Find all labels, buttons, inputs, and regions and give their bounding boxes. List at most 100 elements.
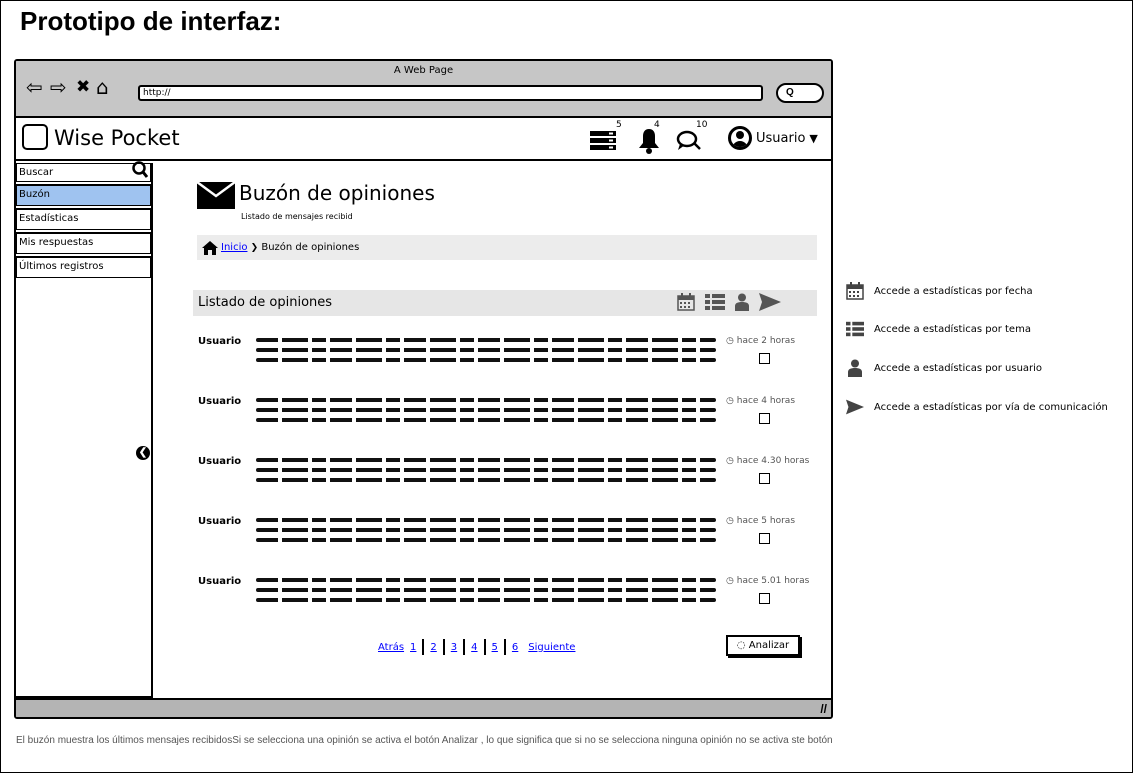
list-title: Listado de opiniones [198, 295, 333, 310]
breadcrumb: Inicio ❯ Buzón de opiniones [197, 235, 817, 260]
sidebar-item-ultimos-registros[interactable]: Últimos registros [16, 256, 151, 278]
send-icon [846, 398, 864, 416]
clock-icon: ◷ [726, 336, 734, 346]
app-header: Wise Pocket 5 4 10 Usuario ▼ [16, 118, 831, 161]
stop-icon[interactable]: ✖ [76, 77, 90, 97]
breadcrumb-separator-icon: ❯ [250, 243, 262, 253]
legend-text: Accede a estadísticas por vía de comunic… [874, 401, 1108, 413]
list-item[interactable]: Usuario ◷ hace 5 horas [198, 516, 818, 571]
app-name: Wise Pocket [54, 126, 180, 150]
message-user: Usuario [198, 396, 242, 407]
message-checkbox[interactable] [759, 593, 770, 604]
spinner-icon: ◌ [736, 640, 746, 651]
message-checkbox[interactable] [759, 533, 770, 544]
message-text-placeholder [256, 578, 716, 608]
breadcrumb-current: Buzón de opiniones [261, 242, 360, 253]
legend-text: Accede a estadísticas por fecha [874, 285, 1033, 297]
legend-item-user: Accede a estadísticas por usuario [846, 359, 1042, 377]
sidebar-item-mis-respuestas[interactable]: Mis respuestas [16, 232, 151, 254]
message-time: ◷ hace 4 horas [726, 396, 812, 406]
pagination-page-6[interactable]: 6 [512, 642, 518, 653]
message-user: Usuario [198, 456, 242, 467]
list-icon [846, 321, 864, 337]
pagination-prev-link[interactable]: Atrás [378, 642, 404, 653]
analyze-button-label: Analizar [748, 640, 790, 651]
url-input[interactable]: http:// [138, 85, 763, 101]
message-time: ◷ hace 5.01 horas [726, 576, 812, 586]
sidebar-search[interactable]: Buscar [16, 161, 151, 182]
message-text-placeholder [256, 398, 716, 428]
back-icon[interactable]: ⇦ [26, 77, 43, 97]
pagination-separator [422, 639, 425, 655]
list-item[interactable]: Usuario ◷ hace 5.01 horas [198, 576, 818, 631]
browser-title: A Web Page [393, 65, 454, 76]
notifications-badge: 4 [654, 120, 660, 130]
clock-icon: ◷ [726, 456, 734, 466]
pagination: Atrás 1 2 3 4 5 6 Siguiente [378, 639, 575, 655]
user-label: Usuario [756, 130, 806, 146]
bell-icon[interactable] [638, 128, 660, 159]
messages-badge: 10 [696, 120, 708, 130]
pagination-page-1[interactable]: 1 [410, 642, 416, 653]
message-user: Usuario [198, 516, 242, 527]
message-time: ◷ hace 5 horas [726, 516, 812, 526]
legend-item-channel: Accede a estadísticas por vía de comunic… [846, 398, 1108, 416]
home-icon[interactable] [202, 235, 218, 264]
search-input[interactable]: Buscar [19, 167, 53, 178]
analyze-button[interactable]: ◌ Analizar [726, 635, 800, 656]
page-heading: Buzón de opiniones [239, 181, 435, 205]
list-header: Listado de opiniones [193, 290, 817, 316]
page-subheading: Listado de mensajes recibid [241, 212, 353, 221]
pagination-page-4[interactable]: 4 [471, 642, 477, 653]
chat-icon[interactable] [676, 130, 702, 157]
send-icon[interactable] [759, 293, 781, 321]
home-outline-icon[interactable]: ⌂ [96, 77, 109, 97]
browser-chrome: A Web Page ⇦ ⇨ ✖ ⌂ http:// Q [16, 61, 831, 118]
list-item[interactable]: Usuario ◷ hace 4.30 horas [198, 456, 818, 511]
forward-icon[interactable]: ⇨ [50, 77, 67, 97]
message-time-label: hace 2 horas [736, 336, 796, 346]
sidebar-item-buzon[interactable]: Buzón [16, 184, 151, 206]
collapse-sidebar-icon[interactable]: ❮ [136, 446, 150, 460]
message-checkbox[interactable] [759, 353, 770, 364]
search-icon[interactable] [132, 161, 149, 182]
list-item[interactable]: Usuario ◷ hace 2 horas [198, 336, 818, 391]
message-time-label: hace 5.01 horas [736, 576, 810, 586]
sidebar: Buscar Buzón Estadísticas Mis respuestas… [16, 161, 153, 698]
resize-handle-icon[interactable]: // [820, 702, 827, 716]
caption: El buzón muestra los últimos mensajes re… [16, 735, 833, 746]
legend-text: Accede a estadísticas por usuario [874, 362, 1043, 374]
message-checkbox[interactable] [759, 413, 770, 424]
pagination-separator [442, 639, 445, 655]
message-time-label: hace 5 horas [736, 516, 796, 526]
main-content: Buzón de opiniones Listado de mensajes r… [153, 163, 831, 698]
pagination-page-5[interactable]: 5 [492, 642, 498, 653]
page-title: Prototipo de interfaz: [20, 6, 282, 36]
user-menu[interactable]: Usuario ▼ [728, 126, 818, 150]
app-logo [22, 124, 48, 150]
pagination-separator [483, 639, 486, 655]
list-icon[interactable] [705, 294, 725, 320]
message-user: Usuario [198, 336, 242, 347]
message-time: ◷ hace 2 horas [726, 336, 812, 346]
clock-icon: ◷ [726, 396, 734, 406]
message-time-label: hace 4 horas [736, 396, 796, 406]
list-item[interactable]: Usuario ◷ hace 4 horas [198, 396, 818, 451]
breadcrumb-home-link[interactable]: Inicio [221, 242, 247, 253]
clock-icon: ◷ [726, 516, 734, 526]
browser-status-bar: // [16, 698, 831, 717]
server-list-icon[interactable] [590, 131, 616, 156]
message-text-placeholder [256, 518, 716, 548]
message-time-label: hace 4.30 horas [736, 456, 810, 466]
sidebar-item-estadisticas[interactable]: Estadísticas [16, 208, 151, 230]
legend-item-date: Accede a estadísticas por fecha [846, 282, 1033, 300]
pagination-next-link[interactable]: Siguiente [528, 642, 575, 653]
calendar-icon[interactable] [677, 293, 695, 321]
user-icon[interactable] [735, 293, 749, 321]
message-checkbox[interactable] [759, 473, 770, 484]
pagination-page-2[interactable]: 2 [430, 642, 436, 653]
message-text-placeholder [256, 338, 716, 368]
pagination-page-3[interactable]: 3 [451, 642, 457, 653]
browser-search-button[interactable]: Q [776, 83, 824, 103]
pagination-separator [503, 639, 506, 655]
